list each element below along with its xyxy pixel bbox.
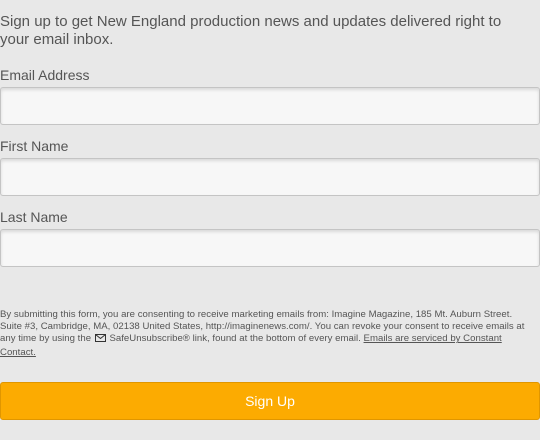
first-name-label: First Name [0, 138, 69, 154]
sign-up-button[interactable]: Sign Up [0, 382, 540, 420]
email-field[interactable] [0, 87, 540, 125]
consent-text: By submitting this form, you are consent… [0, 309, 536, 359]
last-name-label: Last Name [0, 209, 68, 225]
envelope-icon [94, 334, 106, 346]
email-label: Email Address [0, 67, 90, 83]
consent-text-after: SafeUnsubscribe® link, found at the bott… [109, 333, 361, 345]
intro-text: Sign up to get New England production ne… [0, 13, 502, 48]
last-name-field[interactable] [0, 229, 540, 267]
first-name-field[interactable] [0, 158, 540, 196]
